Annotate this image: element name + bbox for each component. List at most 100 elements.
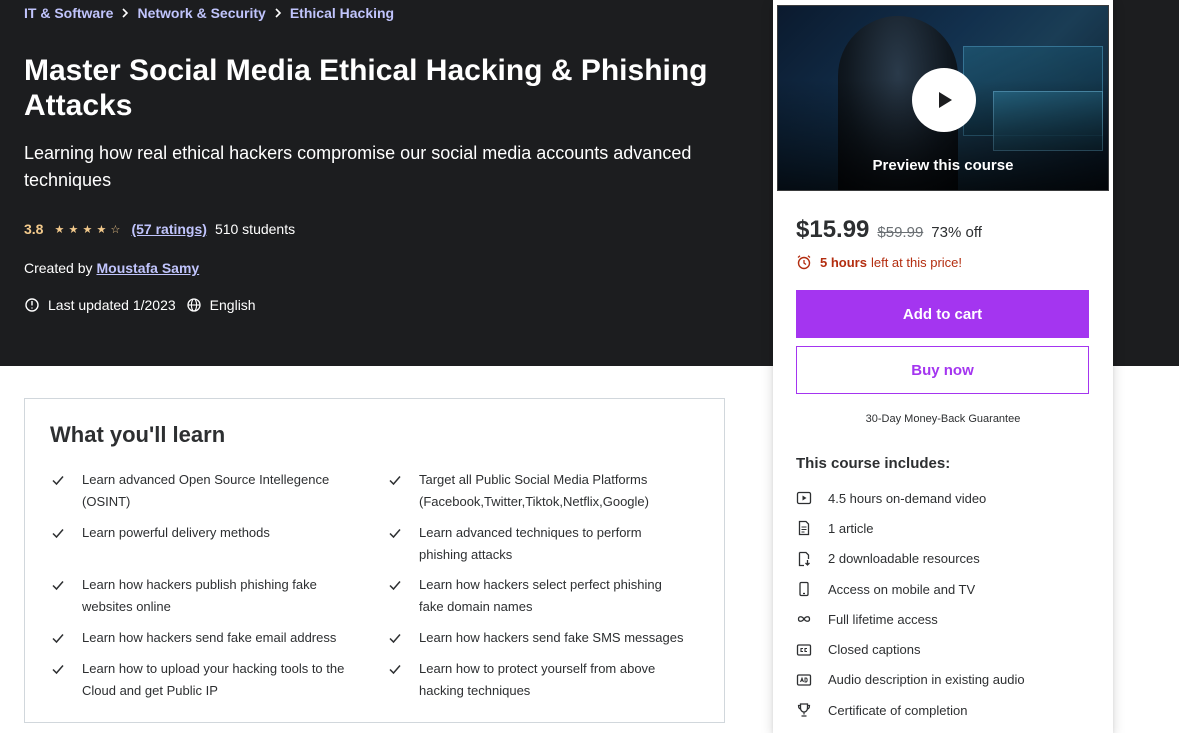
include-text: 4.5 hours on-demand video <box>828 490 987 506</box>
check-icon <box>389 581 401 591</box>
include-text: Audio description in existing audio <box>828 672 1025 688</box>
include-text: Access on mobile and TV <box>828 581 976 597</box>
include-text: Full lifetime access <box>828 611 938 627</box>
article-icon <box>798 521 810 536</box>
timer-text: left at this price! <box>870 254 963 270</box>
audio-description-icon <box>796 674 812 686</box>
include-text: Certificate of completion <box>828 702 968 718</box>
list-item: Full lifetime access <box>796 604 1096 634</box>
purchase-sidebar: Preview this course $15.99 $59.99 73% of… <box>773 0 1113 733</box>
learn-item-text: Learn powerful delivery methods <box>82 525 270 540</box>
video-icon <box>796 491 812 505</box>
chevron-right-icon <box>113 8 137 18</box>
learn-item: Learn how hackers send fake email addres… <box>50 627 360 649</box>
include-text: Closed captions <box>828 642 921 658</box>
list-item: Closed captions <box>796 634 1096 664</box>
buy-now-button[interactable]: Buy now <box>796 346 1089 394</box>
learn-item: Learn advanced Open Source Intellegence … <box>50 469 350 513</box>
learn-item: Learn how hackers publish phishing fake … <box>50 574 350 618</box>
learn-item-text: Learn how hackers select perfect phishin… <box>419 577 662 614</box>
check-icon <box>389 665 401 675</box>
trophy-icon <box>797 703 811 717</box>
check-icon <box>52 665 64 675</box>
learn-item: Learn how hackers send fake SMS messages <box>387 627 707 649</box>
price-row: $15.99 $59.99 73% off <box>796 216 982 244</box>
price-timer: 5 hours left at this price! <box>796 254 962 270</box>
learn-item-text: Learn how to upload your hacking tools t… <box>82 661 345 698</box>
course-title: Master Social Media Ethical Hacking & Ph… <box>24 54 708 122</box>
mobile-icon <box>799 581 809 597</box>
breadcrumb-network-security[interactable]: Network & Security <box>137 5 265 21</box>
learn-item: Learn how hackers select perfect phishin… <box>387 574 687 618</box>
infinity-icon <box>797 616 811 623</box>
globe-icon <box>187 298 201 312</box>
list-item: 2 downloadable resources <box>796 544 1096 574</box>
breadcrumb: IT & Software Network & Security Ethical… <box>24 5 394 21</box>
chevron-right-icon <box>266 8 290 18</box>
includes-title: This course includes: <box>796 455 951 472</box>
check-icon <box>52 529 64 539</box>
alert-clock-icon <box>25 298 39 312</box>
learn-item: Learn powerful delivery methods <box>50 522 350 544</box>
include-text: 2 downloadable resources <box>828 551 980 567</box>
play-icon <box>939 92 952 108</box>
list-item: 1 article <box>796 513 1096 543</box>
captions-icon <box>796 643 812 656</box>
check-icon <box>52 581 64 591</box>
ratings-count-link[interactable]: (57 ratings) <box>131 221 206 237</box>
list-item: Certificate of completion <box>796 695 1096 725</box>
check-icon <box>52 476 64 486</box>
star-full-icon: ★ <box>82 223 93 236</box>
learn-item: Learn advanced techniques to perform phi… <box>387 522 687 566</box>
star-empty-icon: ☆ <box>110 223 121 236</box>
course-preview[interactable]: Preview this course <box>777 5 1109 191</box>
preview-label: Preview this course <box>872 157 1014 174</box>
check-icon <box>389 634 401 644</box>
discount-percent: 73% off <box>931 224 982 241</box>
language-text: English <box>209 297 256 313</box>
play-button[interactable] <box>912 68 976 132</box>
breadcrumb-ethical-hacking[interactable]: Ethical Hacking <box>290 5 394 21</box>
add-to-cart-button[interactable]: Add to cart <box>796 290 1089 338</box>
original-price: $59.99 <box>877 224 924 241</box>
what-you-learn-title: What you'll learn <box>50 422 226 447</box>
breadcrumb-it-software[interactable]: IT & Software <box>24 5 113 21</box>
learn-item-text: Learn how hackers send fake email addres… <box>82 630 337 645</box>
star-full-icon: ★ <box>68 223 79 236</box>
check-icon <box>389 476 401 486</box>
what-you-learn-box: What you'll learn Learn advanced Open So… <box>24 398 725 723</box>
learn-item-text: Learn advanced techniques to perform phi… <box>419 525 642 562</box>
alarm-clock-icon <box>797 255 811 270</box>
learn-item-text: Learn how hackers send fake SMS messages <box>419 630 684 645</box>
created-by: Created by Moustafa Samy <box>24 260 199 276</box>
created-by-label: Created by <box>24 260 93 276</box>
learn-item: Target all Public Social Media Platforms… <box>387 469 707 513</box>
timer-hours: 5 hours <box>820 254 867 270</box>
language: English <box>186 297 256 313</box>
star-full-icon: ★ <box>96 223 107 236</box>
includes-list: 4.5 hours on-demand video 1 article 2 do… <box>796 483 1096 725</box>
last-updated: Last updated 1/2023 <box>24 297 176 313</box>
include-text: 1 article <box>828 520 874 536</box>
learn-item: Learn how to upload your hacking tools t… <box>50 658 360 702</box>
rating-number: 3.8 <box>24 221 44 237</box>
list-item: Access on mobile and TV <box>796 574 1096 604</box>
money-back-guarantee: 30-Day Money-Back Guarantee <box>865 413 1021 425</box>
download-icon <box>798 551 810 566</box>
learn-item: Learn how to protect yourself from above… <box>387 658 687 702</box>
current-price: $15.99 <box>796 216 870 243</box>
star-full-icon: ★ <box>54 223 65 236</box>
star-rating: ★ ★ ★ ★ ☆ <box>53 223 121 236</box>
learn-item-text: Learn advanced Open Source Intellegence … <box>82 472 330 509</box>
list-item: 4.5 hours on-demand video <box>796 483 1096 513</box>
last-updated-text: Last updated 1/2023 <box>48 297 176 313</box>
students-count: 510 students <box>214 221 296 237</box>
course-meta: Last updated 1/2023 English <box>24 297 266 313</box>
learn-item-text: Learn how hackers publish phishing fake … <box>82 577 317 614</box>
learn-item-text: Target all Public Social Media Platforms… <box>419 472 649 509</box>
check-icon <box>389 529 401 539</box>
author-link[interactable]: Moustafa Samy <box>96 260 199 276</box>
learn-item-text: Learn how to protect yourself from above… <box>419 661 656 698</box>
course-subtitle: Learning how real ethical hackers compro… <box>24 143 692 190</box>
rating-row: 3.8 ★ ★ ★ ★ ☆ (57 ratings) 510 students <box>24 221 295 237</box>
